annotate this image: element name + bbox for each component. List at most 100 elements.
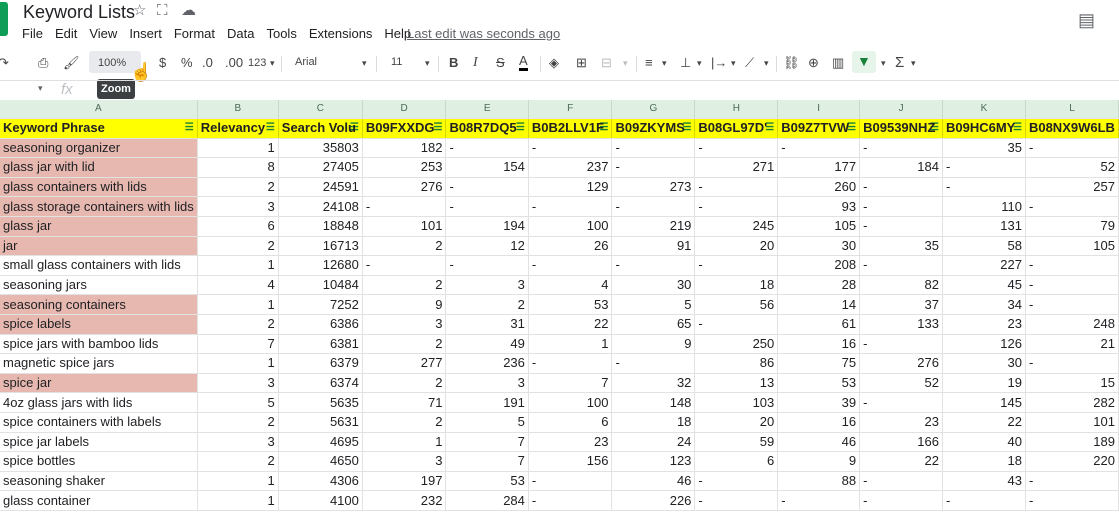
rank-cell[interactable]: 276 (362, 177, 447, 198)
rank-cell[interactable]: 227 (942, 255, 1026, 276)
rank-cell[interactable]: - (1025, 138, 1119, 159)
halign-dropdown-icon[interactable]: ▾ (662, 54, 667, 72)
rank-cell[interactable]: 276 (859, 353, 943, 374)
header-cell[interactable]: ☰ Search Volu (278, 118, 363, 139)
rank-cell[interactable]: 23 (942, 314, 1026, 335)
rank-cell[interactable]: 101 (1025, 412, 1119, 433)
relevancy-cell[interactable]: 1 (197, 490, 279, 511)
rank-cell[interactable]: 273 (611, 177, 696, 198)
rank-cell[interactable]: 14 (777, 294, 861, 315)
search-volume-cell[interactable]: 4695 (278, 432, 363, 453)
rank-cell[interactable]: 37 (859, 294, 943, 315)
rank-cell[interactable]: 20 (694, 412, 779, 433)
search-volume-cell[interactable]: 6379 (278, 353, 363, 374)
rank-cell[interactable]: 145 (942, 392, 1026, 413)
comment-history-icon[interactable]: ▤ (1078, 10, 1095, 31)
rank-cell[interactable]: - (859, 216, 943, 237)
keyword-cell[interactable]: seasoning shaker (0, 471, 198, 492)
rank-cell[interactable]: - (528, 255, 613, 276)
header-cell[interactable]: ☰ B0B2LLV1F (528, 118, 613, 139)
rank-cell[interactable]: 166 (859, 432, 943, 453)
insert-comment-icon[interactable]: ⊕ (808, 54, 819, 72)
rank-cell[interactable]: - (942, 177, 1026, 198)
rank-cell[interactable]: 9 (777, 451, 861, 472)
search-volume-cell[interactable]: 12680 (278, 255, 363, 276)
rank-cell[interactable]: - (1025, 490, 1119, 511)
rank-cell[interactable]: 58 (942, 236, 1026, 257)
rank-cell[interactable]: - (362, 196, 447, 217)
header-cell[interactable]: ☰ B09539NHZ (859, 118, 943, 139)
horizontal-align-icon[interactable]: ≡ (645, 54, 653, 72)
search-volume-cell[interactable]: 7252 (278, 294, 363, 315)
relevancy-cell[interactable]: 2 (197, 177, 279, 198)
filter-dropdown-icon[interactable]: ▾ (881, 54, 886, 72)
rank-cell[interactable]: 2 (362, 275, 447, 296)
rank-cell[interactable]: 237 (528, 157, 613, 178)
rank-cell[interactable]: 4 (528, 275, 613, 296)
merge-cells-icon[interactable]: ⊟ (601, 54, 612, 72)
rank-cell[interactable]: 93 (777, 196, 861, 217)
rank-cell[interactable]: 250 (694, 334, 779, 355)
rank-cell[interactable]: - (859, 255, 943, 276)
rank-cell[interactable]: 22 (859, 451, 943, 472)
rank-cell[interactable]: 6 (694, 451, 779, 472)
rank-cell[interactable]: 236 (445, 353, 529, 374)
rank-cell[interactable]: 100 (528, 216, 613, 237)
rank-cell[interactable]: 220 (1025, 451, 1119, 472)
rank-cell[interactable]: 71 (362, 392, 447, 413)
rank-cell[interactable]: 40 (942, 432, 1026, 453)
filter-icon[interactable]: ☰ (516, 119, 525, 137)
rank-cell[interactable]: 260 (777, 177, 861, 198)
keyword-cell[interactable]: spice bottles (0, 451, 198, 472)
rank-cell[interactable]: - (445, 255, 529, 276)
cloud-status-icon[interactable]: ☁ (181, 3, 196, 19)
rank-cell[interactable]: 7 (445, 451, 529, 472)
relevancy-cell[interactable]: 4 (197, 275, 279, 296)
functions-dropdown-icon[interactable]: ▾ (911, 54, 916, 72)
rank-cell[interactable]: 248 (1025, 314, 1119, 335)
rank-cell[interactable]: 23 (859, 412, 943, 433)
search-volume-cell[interactable]: 4306 (278, 471, 363, 492)
keyword-cell[interactable]: glass jar with lid (0, 157, 198, 178)
header-cell[interactable]: ☰ B08GL97D' (694, 118, 779, 139)
rank-cell[interactable]: 156 (528, 451, 613, 472)
rank-cell[interactable]: - (445, 177, 529, 198)
header-cell[interactable]: ☰ B09FXXDG (362, 118, 447, 139)
rank-cell[interactable]: - (694, 255, 779, 276)
rank-cell[interactable]: - (694, 471, 779, 492)
keyword-cell[interactable]: magnetic spice jars (0, 353, 198, 374)
search-volume-cell[interactable]: 24591 (278, 177, 363, 198)
rank-cell[interactable]: 15 (1025, 373, 1119, 394)
column-header-f[interactable]: F (528, 100, 613, 119)
rank-cell[interactable]: - (859, 490, 943, 511)
rank-cell[interactable]: 253 (362, 157, 447, 178)
borders-icon[interactable]: ⊞ (576, 54, 587, 72)
rank-cell[interactable]: 148 (611, 392, 696, 413)
keyword-cell[interactable]: spice jar labels (0, 432, 198, 453)
rank-cell[interactable]: 53 (445, 471, 529, 492)
rank-cell[interactable]: - (859, 392, 943, 413)
rank-cell[interactable]: 65 (611, 314, 696, 335)
text-color-button[interactable]: A (519, 54, 528, 71)
rank-cell[interactable]: - (611, 255, 696, 276)
column-header-e[interactable]: E (445, 100, 529, 119)
menu-insert[interactable]: Insert (129, 26, 162, 42)
relevancy-cell[interactable]: 2 (197, 451, 279, 472)
keyword-cell[interactable]: 4oz glass jars with lids (0, 392, 198, 413)
column-header-g[interactable]: G (611, 100, 696, 119)
keyword-cell[interactable]: seasoning jars (0, 275, 198, 296)
rank-cell[interactable]: - (528, 490, 613, 511)
rank-cell[interactable]: 126 (942, 334, 1026, 355)
header-cell[interactable]: ☰ Keyword Phrase (0, 118, 198, 139)
rank-cell[interactable]: 105 (1025, 236, 1119, 257)
rank-cell[interactable]: - (1025, 294, 1119, 315)
wrap-dropdown-icon[interactable]: ▾ (731, 54, 736, 72)
rank-cell[interactable]: 28 (777, 275, 861, 296)
rank-cell[interactable]: 56 (694, 294, 779, 315)
currency-format-button[interactable]: $ (159, 54, 166, 72)
rank-cell[interactable]: 34 (942, 294, 1026, 315)
rank-cell[interactable]: - (859, 177, 943, 198)
rank-cell[interactable]: 129 (528, 177, 613, 198)
paint-format-icon[interactable]: 🖌 (63, 54, 80, 72)
rank-cell[interactable]: 18 (942, 451, 1026, 472)
